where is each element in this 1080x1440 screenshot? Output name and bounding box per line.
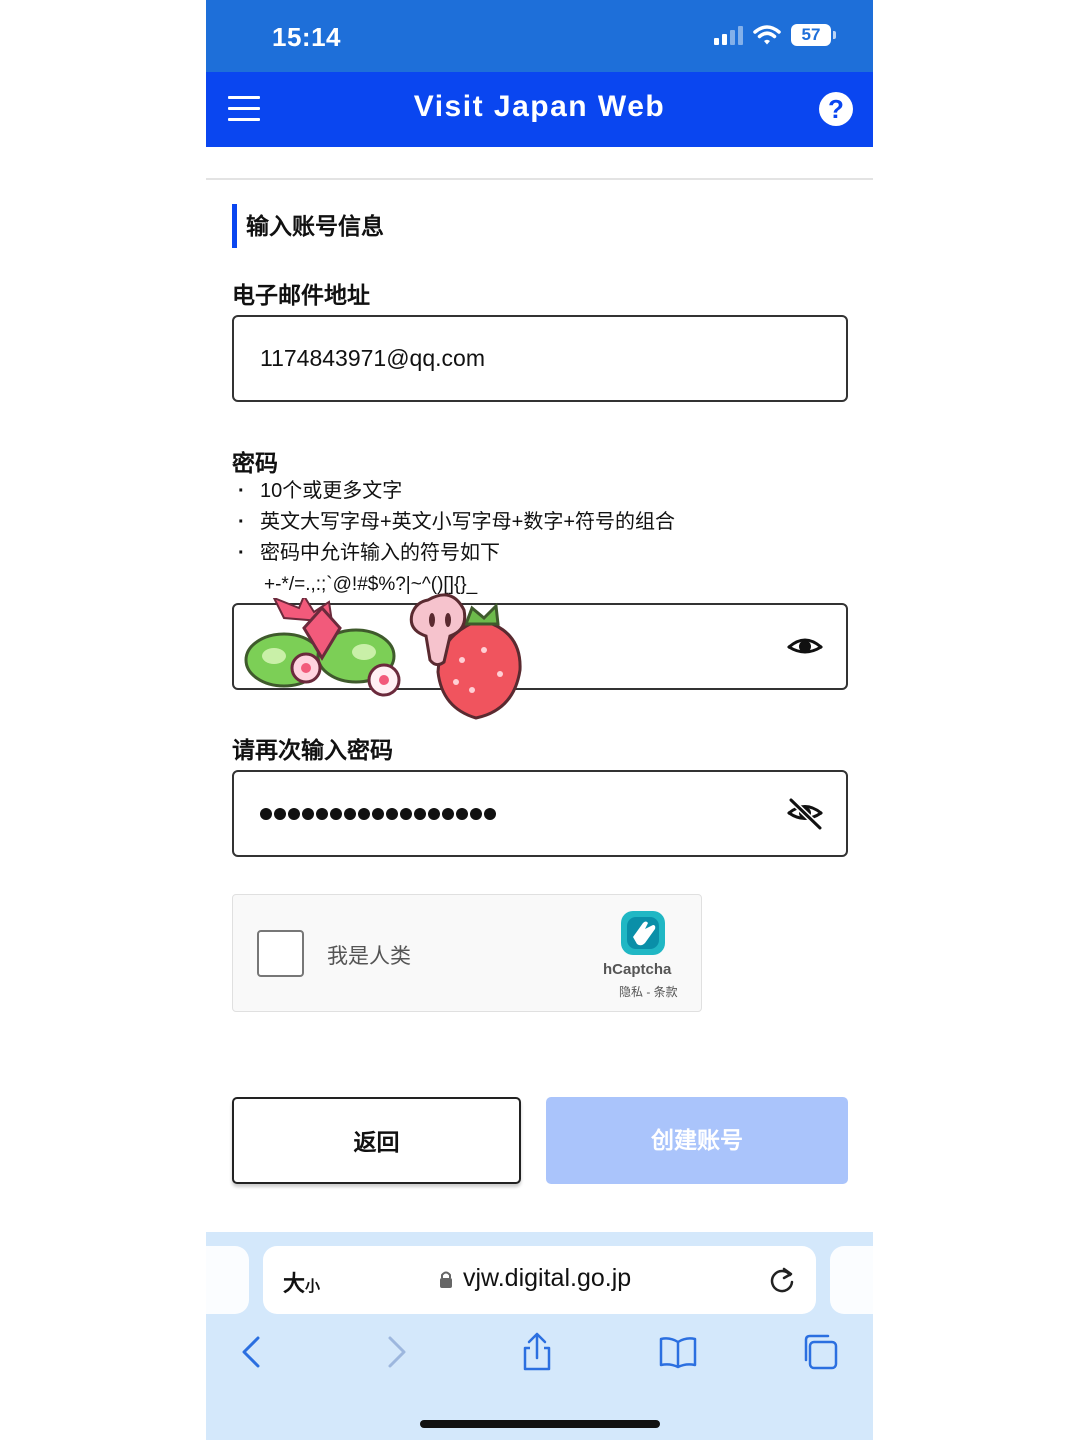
captcha-checkbox[interactable] — [257, 930, 304, 977]
signal-icon — [714, 25, 743, 45]
bookmarks-icon[interactable] — [658, 1332, 698, 1372]
captcha-links[interactable]: 隐私 - 条款 — [619, 983, 678, 1000]
create-account-button[interactable]: 创建账号 — [546, 1097, 848, 1184]
url-text: vjw.digital.go.jp — [463, 1264, 632, 1292]
divider — [206, 178, 873, 180]
captcha-label: 我是人类 — [327, 945, 411, 968]
email-field[interactable]: 1174843971@qq.com — [232, 315, 848, 402]
status-time: 15:14 — [272, 22, 341, 52]
forward-icon[interactable] — [376, 1332, 416, 1372]
hint-item: 英文大写字母+英文小写字母+数字+符号的组合 — [232, 507, 848, 538]
hint-item: 10个或更多文字 — [232, 476, 848, 507]
text-size-small: 小 — [305, 1278, 321, 1295]
app-header: Visit Japan Web ? — [206, 72, 873, 147]
password-field[interactable] — [232, 603, 848, 690]
email-value: 1174843971@qq.com — [260, 345, 485, 371]
back-icon[interactable] — [232, 1332, 272, 1372]
home-indicator — [420, 1420, 660, 1428]
masked-password — [260, 808, 496, 820]
allowed-symbols: +-*/=.,:;`@!#$%?|~^()[]{}_ — [264, 574, 478, 595]
back-button[interactable]: 返回 — [232, 1097, 521, 1184]
status-icons: 57 — [714, 24, 836, 46]
reload-icon[interactable] — [768, 1266, 796, 1294]
eye-off-icon[interactable] — [786, 798, 824, 830]
email-label: 电子邮件地址 — [232, 282, 370, 308]
hcaptcha-logo-icon — [621, 911, 665, 955]
previous-tab-preview[interactable] — [206, 1246, 249, 1314]
password-hints: 10个或更多文字 英文大写字母+英文小写字母+数字+符号的组合 密码中允许输入的… — [232, 476, 848, 600]
battery-icon: 57 — [791, 24, 836, 46]
wifi-icon — [753, 25, 781, 45]
text-size-large: 大 — [283, 1271, 306, 1296]
status-bar: 15:14 57 — [206, 0, 873, 72]
app-title: Visit Japan Web — [413, 90, 666, 123]
hint-item: 密码中允许输入的符号如下 — [232, 538, 848, 569]
hcaptcha-widget: 我是人类 hCaptcha 隐私 - 条款 — [232, 894, 702, 1012]
help-icon[interactable]: ? — [819, 92, 853, 126]
text-size-button[interactable]: 大小 — [283, 1266, 320, 1298]
address-bar[interactable]: 大小 vjw.digital.go.jp — [263, 1246, 816, 1314]
next-tab-preview[interactable] — [830, 1246, 873, 1314]
confirm-password-label: 请再次输入密码 — [232, 737, 393, 763]
captcha-brand: hCaptcha — [603, 961, 672, 978]
confirm-password-field[interactable] — [232, 770, 848, 857]
password-label: 密码 — [232, 450, 278, 476]
lock-icon — [440, 1271, 452, 1288]
share-icon[interactable] — [517, 1332, 557, 1372]
browser-toolbar: 大小 vjw.digital.go.jp — [206, 1232, 873, 1440]
section-heading: 输入账号信息 — [232, 204, 384, 248]
eye-icon[interactable] — [786, 631, 824, 663]
phone-screen: 15:14 57 Visit Japan Web ? 输入账号信息 电子邮件地址… — [206, 0, 873, 1440]
tabs-icon[interactable] — [800, 1332, 840, 1372]
